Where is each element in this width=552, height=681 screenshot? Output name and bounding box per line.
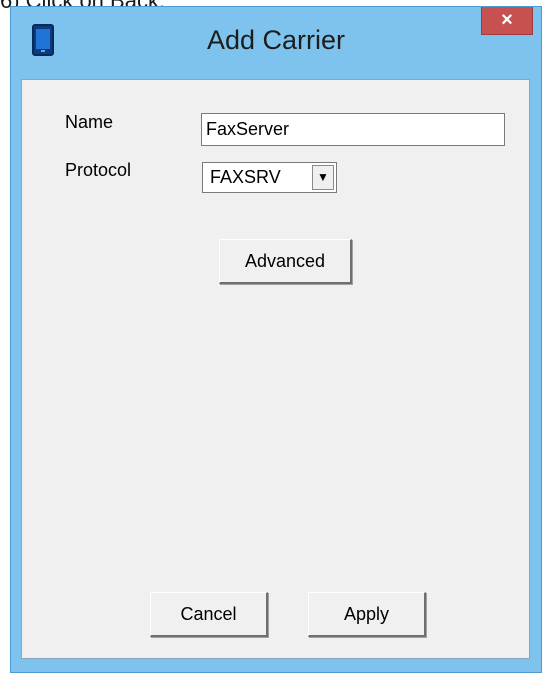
dialog-title: Add Carrier xyxy=(206,25,346,55)
close-icon: × xyxy=(501,9,513,31)
title-bar[interactable]: Add Carrier × xyxy=(11,7,541,77)
dialog-body: Name Protocol FAXSRV ▼ Advanced Cancel A… xyxy=(21,79,530,659)
name-input[interactable] xyxy=(201,113,505,146)
advanced-button[interactable]: Advanced xyxy=(219,239,352,284)
chevron-down-icon[interactable]: ▼ xyxy=(312,165,334,190)
apply-button[interactable]: Apply xyxy=(308,592,426,637)
cancel-button[interactable]: Cancel xyxy=(150,592,268,637)
protocol-select[interactable]: FAXSRV ▼ xyxy=(202,162,337,193)
close-button[interactable]: × xyxy=(481,7,533,35)
name-label: Name xyxy=(65,112,114,132)
protocol-selected-value: FAXSRV xyxy=(210,167,281,187)
protocol-label: Protocol xyxy=(65,160,132,180)
add-carrier-dialog: Add Carrier × Name Protocol FAXSRV ▼ Adv… xyxy=(10,6,542,673)
